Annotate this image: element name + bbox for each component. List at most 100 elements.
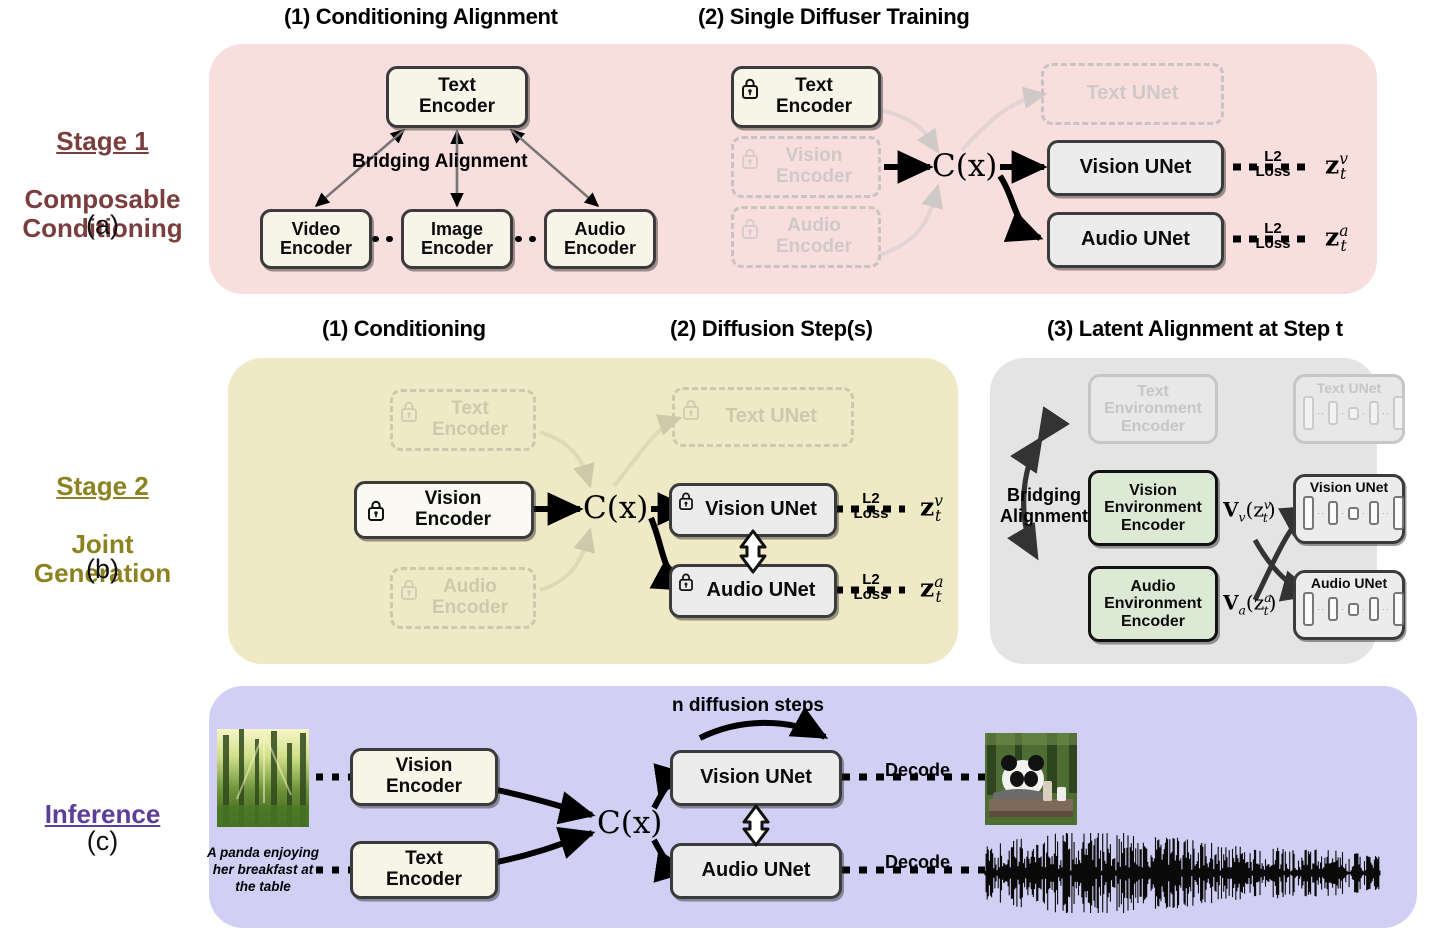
title-conditioning: (1) Conditioning [322,316,486,341]
row-letter-c: (c) [86,826,119,856]
s1-text-unet-ghost: Text UNet [1041,63,1224,125]
s2-v-vision-close: ) [1267,497,1276,522]
s2-la-audio-unet-label: Audio UNet [1310,575,1388,591]
inf-cond-symbol: C(x) [597,805,663,841]
s1-z-bottom-base: z [1325,222,1340,252]
s2-v-audio-sub: a [1238,602,1246,618]
s2-audio-encoder-ghost: Audio Encoder [390,567,536,629]
s2-v-vision-sub: v [1238,509,1246,525]
s2-text-unet-ghost: Text UNet [672,387,854,447]
inf-decode-bottom-label: Decode [885,852,951,872]
s2-text-env-encoder-ghost: Text Environment Encoder [1088,374,1218,444]
s2-v-audio-arg: (z [1245,590,1265,615]
lock-icon-faint [741,217,759,239]
input-image-thumbnail [217,729,309,827]
s2-vision-encoder-box[interactable]: Vision Encoder [354,481,534,539]
s1-image-encoder-label: Image Encoder [420,218,494,258]
unet-glyph-icon: ·· · · ·· [1303,396,1404,430]
s2-cond-symbol: C(x) [583,490,649,526]
inf-vision-encoder-label: Vision Encoder [385,755,463,797]
output-frame [985,733,1077,830]
s1-audio-unet-label: Audio UNet [1081,228,1190,251]
inf-vision-encoder-box[interactable]: Vision Encoder [350,748,498,806]
s1-text-encoder-box[interactable]: Text Encoder [386,66,528,128]
title-conditioning-alignment: (1) Conditioning Alignment [284,4,558,29]
s1-z-top-sub: t [1339,165,1347,184]
s2-z-bottom-sub: t [935,588,942,607]
s1-z-top: zvt [1325,150,1348,184]
title-diffusion-steps: (2) Diffusion Step(s) [670,316,873,341]
s2-text-unet-label: Text UNet [725,405,817,428]
s2-vision-env-encoder-box[interactable]: Vision Environment Encoder [1088,470,1218,546]
s2-z-top-base: z [920,492,935,522]
inf-audio-unet-box[interactable]: Audio UNet [670,843,842,899]
lock-icon-faint [682,398,700,420]
s2-audio-env-encoder-label: Audio Environment Encoder [1104,578,1202,630]
s2-z-top: zvt [920,492,943,526]
s2-la-vision-unet-label: Vision UNet [1309,479,1389,495]
row-letter-a: (a) [86,210,119,240]
lock-icon [741,77,759,99]
s2-v-vision-arg: (z [1245,497,1264,522]
inf-text-encoder-box[interactable]: Text Encoder [350,841,498,899]
title-latent-alignment: (3) Latent Alignment at Step t [1047,316,1343,341]
output-audio-waveform [983,833,1383,913]
s1-video-encoder-label: Video Encoder [279,218,353,258]
lock-icon [678,491,696,513]
s1-train-vision-encoder-label: Vision Encoder [775,145,853,187]
s2-v-vision-base: V [1223,497,1239,522]
input-prompt-text: A panda enjoying her breakfast at the ta… [206,845,319,894]
s1-image-encoder-box[interactable]: Image Encoder [401,209,513,269]
s1-text-unet-label: Text UNet [1086,82,1179,105]
s1-audio-encoder-label: Audio Encoder [563,218,637,258]
s1-z-top-base: z [1325,150,1340,180]
s2-bridging-alignment-label: Bridging Alignment [1000,485,1088,526]
s1-train-text-encoder-box[interactable]: Text Encoder [731,66,881,128]
row-letter-b: (b) [86,554,119,584]
s2-v-audio-close: ) [1268,590,1277,615]
s2-z-bottom-base: z [920,573,935,603]
row-label-stage2-head: Stage 2 [56,471,149,502]
inf-decode-top-label: Decode [885,760,951,780]
unet-glyph-icon: ·· · · ·· [1303,592,1404,626]
s1-audio-encoder-box[interactable]: Audio Encoder [544,209,656,269]
s1-loss-bottom: L2 Loss [1255,220,1291,252]
s1-train-text-encoder-label: Text Encoder [775,75,853,117]
s2-vision-unet-box[interactable]: Vision UNet [669,483,837,537]
s1-vision-unet-box[interactable]: Vision UNet [1047,140,1224,196]
s2-z-bottom: zat [920,573,943,607]
s1-vision-unet-label: Vision UNet [1079,156,1192,179]
s2-vision-env-encoder-label: Vision Environment Encoder [1104,482,1202,534]
s2-loss-top: L2 Loss [853,490,889,522]
s2-vision-encoder-label: Vision Encoder [414,488,492,530]
lock-icon-faint [741,147,759,169]
s1-z-bottom-sub: t [1340,237,1347,256]
figure-root: (1) Conditioning Alignment (2) Single Di… [0,0,1440,934]
s1-train-vision-encoder-ghost: Vision Encoder [731,136,881,198]
row-label-stage1-head: Stage 1 [56,126,149,157]
s2-z-top-sub: t [934,507,942,526]
s1-train-audio-encoder-ghost: Audio Encoder [731,206,881,268]
inf-vision-unet-box[interactable]: Vision UNet [670,750,842,806]
inf-audio-unet-label: Audio UNet [701,859,811,882]
row-label-inference-head: Inference [44,799,161,830]
s2-v-audio-symbol: Va(zat) [1223,590,1276,618]
s1-text-encoder-label: Text Encoder [418,75,496,117]
s2-audio-encoder-label: Audio Encoder [431,576,509,618]
title-single-diffuser-training: (2) Single Diffuser Training [698,4,970,29]
s1-video-encoder-box[interactable]: Video Encoder [260,209,372,269]
inf-n-steps-label: n diffusion steps [672,695,824,716]
lock-icon-faint [400,400,418,422]
s2-vision-unet-label: Vision UNet [705,498,817,521]
s2-audio-unet-box[interactable]: Audio UNet [669,564,837,618]
inf-vision-unet-label: Vision UNet [700,766,812,789]
s2-audio-env-encoder-box[interactable]: Audio Environment Encoder [1088,566,1218,642]
s2-audio-unet-label: Audio UNet [706,579,816,602]
unet-glyph-icon: ·· · · ·· [1303,496,1404,530]
s2-text-env-encoder-label: Text Environment Encoder [1104,383,1202,435]
s2-text-encoder-label: Text Encoder [431,398,509,440]
lock-icon [367,499,385,521]
s2-v-audio-base: V [1223,590,1239,615]
s1-train-audio-encoder-label: Audio Encoder [775,215,853,257]
s1-audio-unet-box[interactable]: Audio UNet [1047,212,1224,268]
